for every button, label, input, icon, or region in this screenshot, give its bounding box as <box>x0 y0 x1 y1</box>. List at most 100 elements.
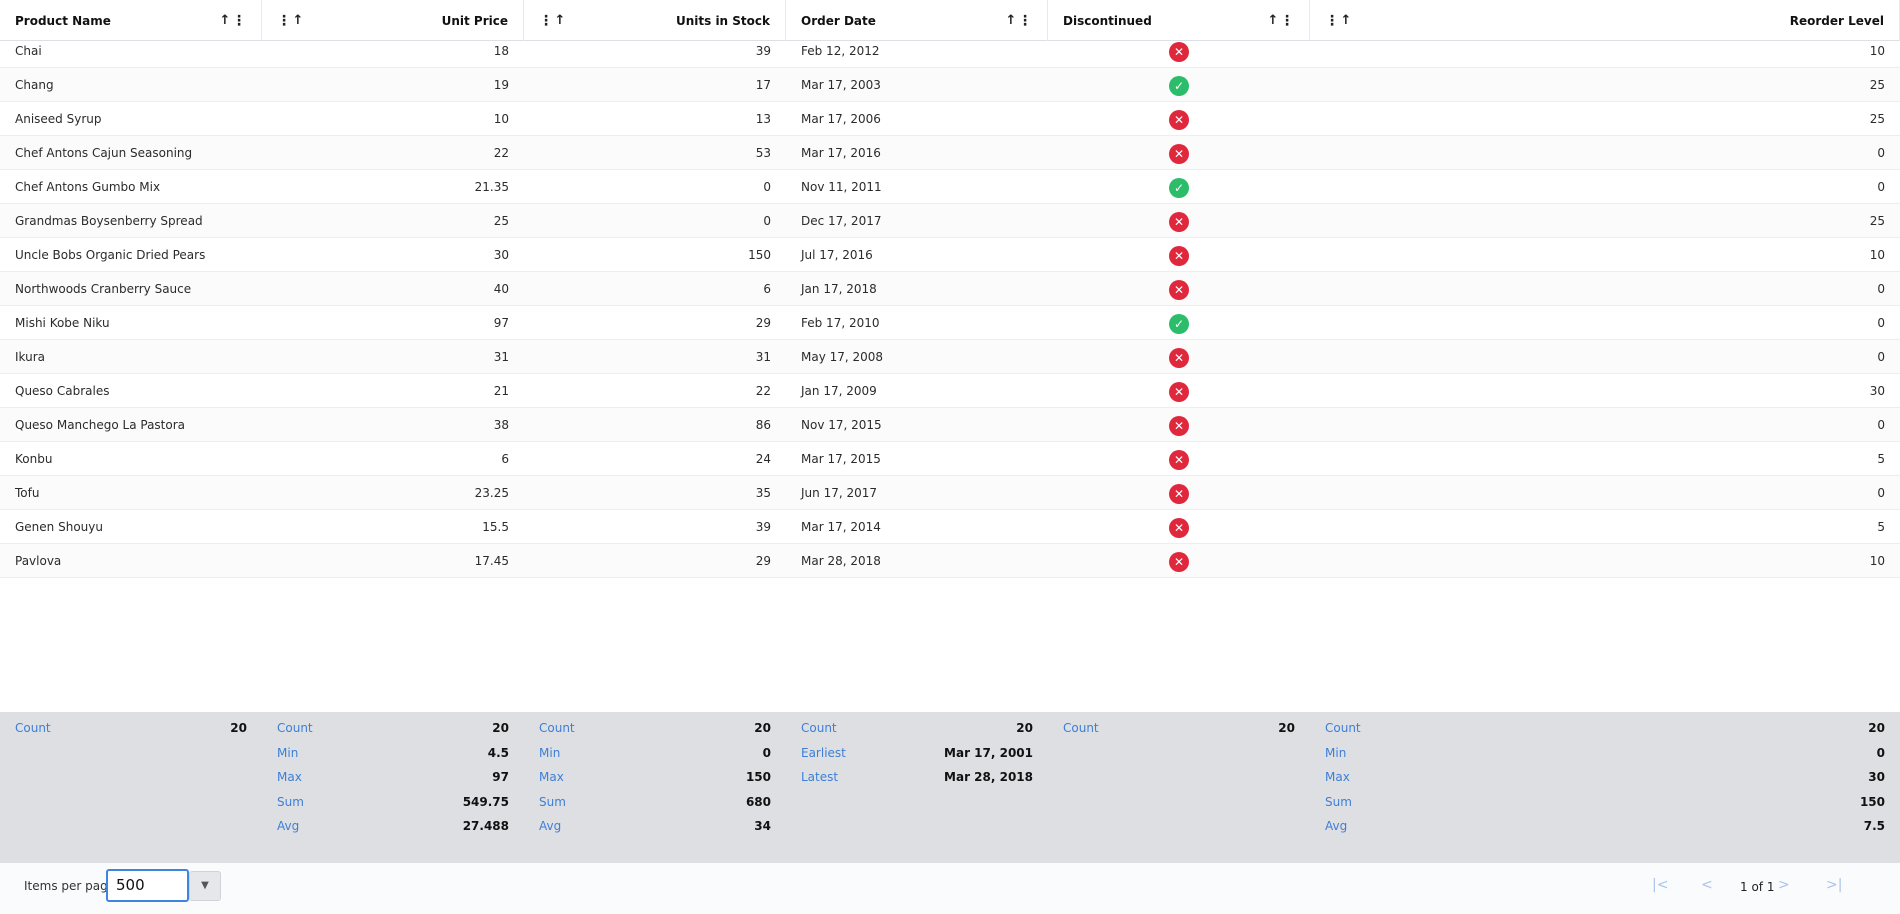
cell-discontinued[interactable]: ✕ <box>1048 102 1310 136</box>
cell-product-name[interactable]: Pavlova <box>0 544 262 578</box>
table-row[interactable]: Grandmas Boysenberry Spread 25 0 Dec 17, 20… <box>0 204 1900 238</box>
cell-order-date[interactable]: Feb 17, 2010 <box>786 306 1048 340</box>
cell-unit-price[interactable]: 10 <box>262 102 524 136</box>
cell-product-name[interactable]: Aniseed Syrup <box>0 102 262 136</box>
cell-units-in-stock[interactable]: 86 <box>524 408 786 442</box>
sort-arrow-icon[interactable]: ↑ <box>1004 13 1018 28</box>
cell-discontinued[interactable]: ✕ <box>1048 544 1310 578</box>
first-page-button[interactable]: |< <box>1652 877 1668 893</box>
sort-arrow-icon[interactable]: ↑ <box>291 13 305 28</box>
cell-product-name[interactable]: Konbu <box>0 442 262 476</box>
sort-arrow-icon[interactable]: ↑ <box>218 13 232 28</box>
cell-units-in-stock[interactable]: 6 <box>524 272 786 306</box>
cell-order-date[interactable]: Mar 17, 2006 <box>786 102 1048 136</box>
cell-order-date[interactable]: Feb 12, 2012 <box>786 34 1048 68</box>
cell-reorder-level[interactable]: 0 <box>1310 136 1900 170</box>
cell-reorder-level[interactable]: 0 <box>1310 340 1900 374</box>
table-row[interactable]: Chang 19 17 Mar 17, 2003 ✓ 25 <box>0 68 1900 102</box>
cell-units-in-stock[interactable]: 39 <box>524 510 786 544</box>
cell-discontinued[interactable]: ✕ <box>1048 408 1310 442</box>
cell-product-name[interactable]: Grandmas Boysenberry Spread <box>0 204 262 238</box>
cell-reorder-level[interactable]: 0 <box>1310 272 1900 306</box>
cell-units-in-stock[interactable]: 53 <box>524 136 786 170</box>
cell-order-date[interactable]: Mar 17, 2016 <box>786 136 1048 170</box>
table-row[interactable]: Tofu 23.25 35 Jun 17, 2017 ✕ 0 <box>0 476 1900 510</box>
cell-order-date[interactable]: Mar 28, 2018 <box>786 544 1048 578</box>
cell-unit-price[interactable]: 40 <box>262 272 524 306</box>
cell-reorder-level[interactable]: 30 <box>1310 374 1900 408</box>
cell-unit-price[interactable]: 25 <box>262 204 524 238</box>
column-menu-icon[interactable]: ⋮ <box>1280 14 1294 28</box>
table-row[interactable]: Aniseed Syrup 10 13 Mar 17, 2006 ✕ 25 <box>0 102 1900 136</box>
table-row[interactable]: Chef Antons Gumbo Mix 21.35 0 Nov 11, 2011 ✓… <box>0 170 1900 204</box>
cell-unit-price[interactable]: 18 <box>262 34 524 68</box>
cell-discontinued[interactable]: ✓ <box>1048 306 1310 340</box>
cell-product-name[interactable]: Tofu <box>0 476 262 510</box>
sort-arrow-icon[interactable]: ↑ <box>1266 13 1280 28</box>
cell-reorder-level[interactable]: 25 <box>1310 68 1900 102</box>
cell-product-name[interactable]: Mishi Kobe Niku <box>0 306 262 340</box>
cell-order-date[interactable]: Mar 17, 2014 <box>786 510 1048 544</box>
cell-unit-price[interactable]: 31 <box>262 340 524 374</box>
column-menu-icon[interactable]: ⋮ <box>1325 14 1339 28</box>
column-menu-icon[interactable]: ⋮ <box>1018 14 1032 28</box>
cell-unit-price[interactable]: 21.35 <box>262 170 524 204</box>
cell-unit-price[interactable]: 15.5 <box>262 510 524 544</box>
cell-discontinued[interactable]: ✕ <box>1048 238 1310 272</box>
column-menu-icon[interactable]: ⋮ <box>232 14 246 28</box>
table-row[interactable]: Mishi Kobe Niku 97 29 Feb 17, 2010 ✓ 0 <box>0 306 1900 340</box>
cell-product-name[interactable]: Queso Cabrales <box>0 374 262 408</box>
cell-unit-price[interactable]: 30 <box>262 238 524 272</box>
table-row[interactable]: Queso Cabrales 21 22 Jan 17, 2009 ✕ 30 <box>0 374 1900 408</box>
cell-reorder-level[interactable]: 25 <box>1310 204 1900 238</box>
cell-units-in-stock[interactable]: 35 <box>524 476 786 510</box>
cell-unit-price[interactable]: 6 <box>262 442 524 476</box>
cell-product-name[interactable]: Chef Antons Cajun Seasoning <box>0 136 262 170</box>
cell-units-in-stock[interactable]: 31 <box>524 340 786 374</box>
cell-order-date[interactable]: Mar 17, 2003 <box>786 68 1048 102</box>
cell-discontinued[interactable]: ✕ <box>1048 204 1310 238</box>
cell-discontinued[interactable]: ✕ <box>1048 272 1310 306</box>
cell-discontinued[interactable]: ✕ <box>1048 34 1310 68</box>
table-row[interactable]: Konbu 6 24 Mar 17, 2015 ✕ 5 <box>0 442 1900 476</box>
cell-unit-price[interactable]: 19 <box>262 68 524 102</box>
cell-product-name[interactable]: Genen Shouyu <box>0 510 262 544</box>
cell-reorder-level[interactable]: 10 <box>1310 34 1900 68</box>
cell-reorder-level[interactable]: 0 <box>1310 170 1900 204</box>
cell-product-name[interactable]: Ikura <box>0 340 262 374</box>
sort-arrow-icon[interactable]: ↑ <box>553 13 567 28</box>
cell-order-date[interactable]: Nov 17, 2015 <box>786 408 1048 442</box>
cell-unit-price[interactable]: 23.25 <box>262 476 524 510</box>
cell-order-date[interactable]: Jul 17, 2016 <box>786 238 1048 272</box>
cell-unit-price[interactable]: 97 <box>262 306 524 340</box>
cell-product-name[interactable]: Chef Antons Gumbo Mix <box>0 170 262 204</box>
cell-discontinued[interactable]: ✓ <box>1048 68 1310 102</box>
cell-order-date[interactable]: Jan 17, 2009 <box>786 374 1048 408</box>
cell-reorder-level[interactable]: 0 <box>1310 306 1900 340</box>
cell-units-in-stock[interactable]: 29 <box>524 306 786 340</box>
cell-product-name[interactable]: Northwoods Cranberry Sauce <box>0 272 262 306</box>
cell-unit-price[interactable]: 17.45 <box>262 544 524 578</box>
cell-reorder-level[interactable]: 5 <box>1310 510 1900 544</box>
previous-page-button[interactable]: < <box>1701 877 1713 893</box>
table-row[interactable]: Ikura 31 31 May 17, 2008 ✕ 0 <box>0 340 1900 374</box>
next-page-button[interactable]: > <box>1778 877 1790 893</box>
sort-arrow-icon[interactable]: ↑ <box>1339 13 1353 28</box>
cell-order-date[interactable]: Jan 17, 2018 <box>786 272 1048 306</box>
cell-units-in-stock[interactable]: 150 <box>524 238 786 272</box>
cell-unit-price[interactable]: 22 <box>262 136 524 170</box>
cell-reorder-level[interactable]: 10 <box>1310 238 1900 272</box>
cell-discontinued[interactable]: ✕ <box>1048 442 1310 476</box>
items-per-page-dropdown-button[interactable]: ▼ <box>189 871 221 901</box>
table-row[interactable]: Pavlova 17.45 29 Mar 28, 2018 ✕ 10 <box>0 544 1900 578</box>
cell-discontinued[interactable]: ✕ <box>1048 476 1310 510</box>
cell-reorder-level[interactable]: 0 <box>1310 408 1900 442</box>
cell-product-name[interactable]: Queso Manchego La Pastora <box>0 408 262 442</box>
cell-reorder-level[interactable]: 10 <box>1310 544 1900 578</box>
cell-order-date[interactable]: Mar 17, 2015 <box>786 442 1048 476</box>
cell-discontinued[interactable]: ✕ <box>1048 510 1310 544</box>
cell-units-in-stock[interactable]: 29 <box>524 544 786 578</box>
cell-discontinued[interactable]: ✓ <box>1048 170 1310 204</box>
cell-reorder-level[interactable]: 25 <box>1310 102 1900 136</box>
cell-product-name[interactable]: Uncle Bobs Organic Dried Pears <box>0 238 262 272</box>
